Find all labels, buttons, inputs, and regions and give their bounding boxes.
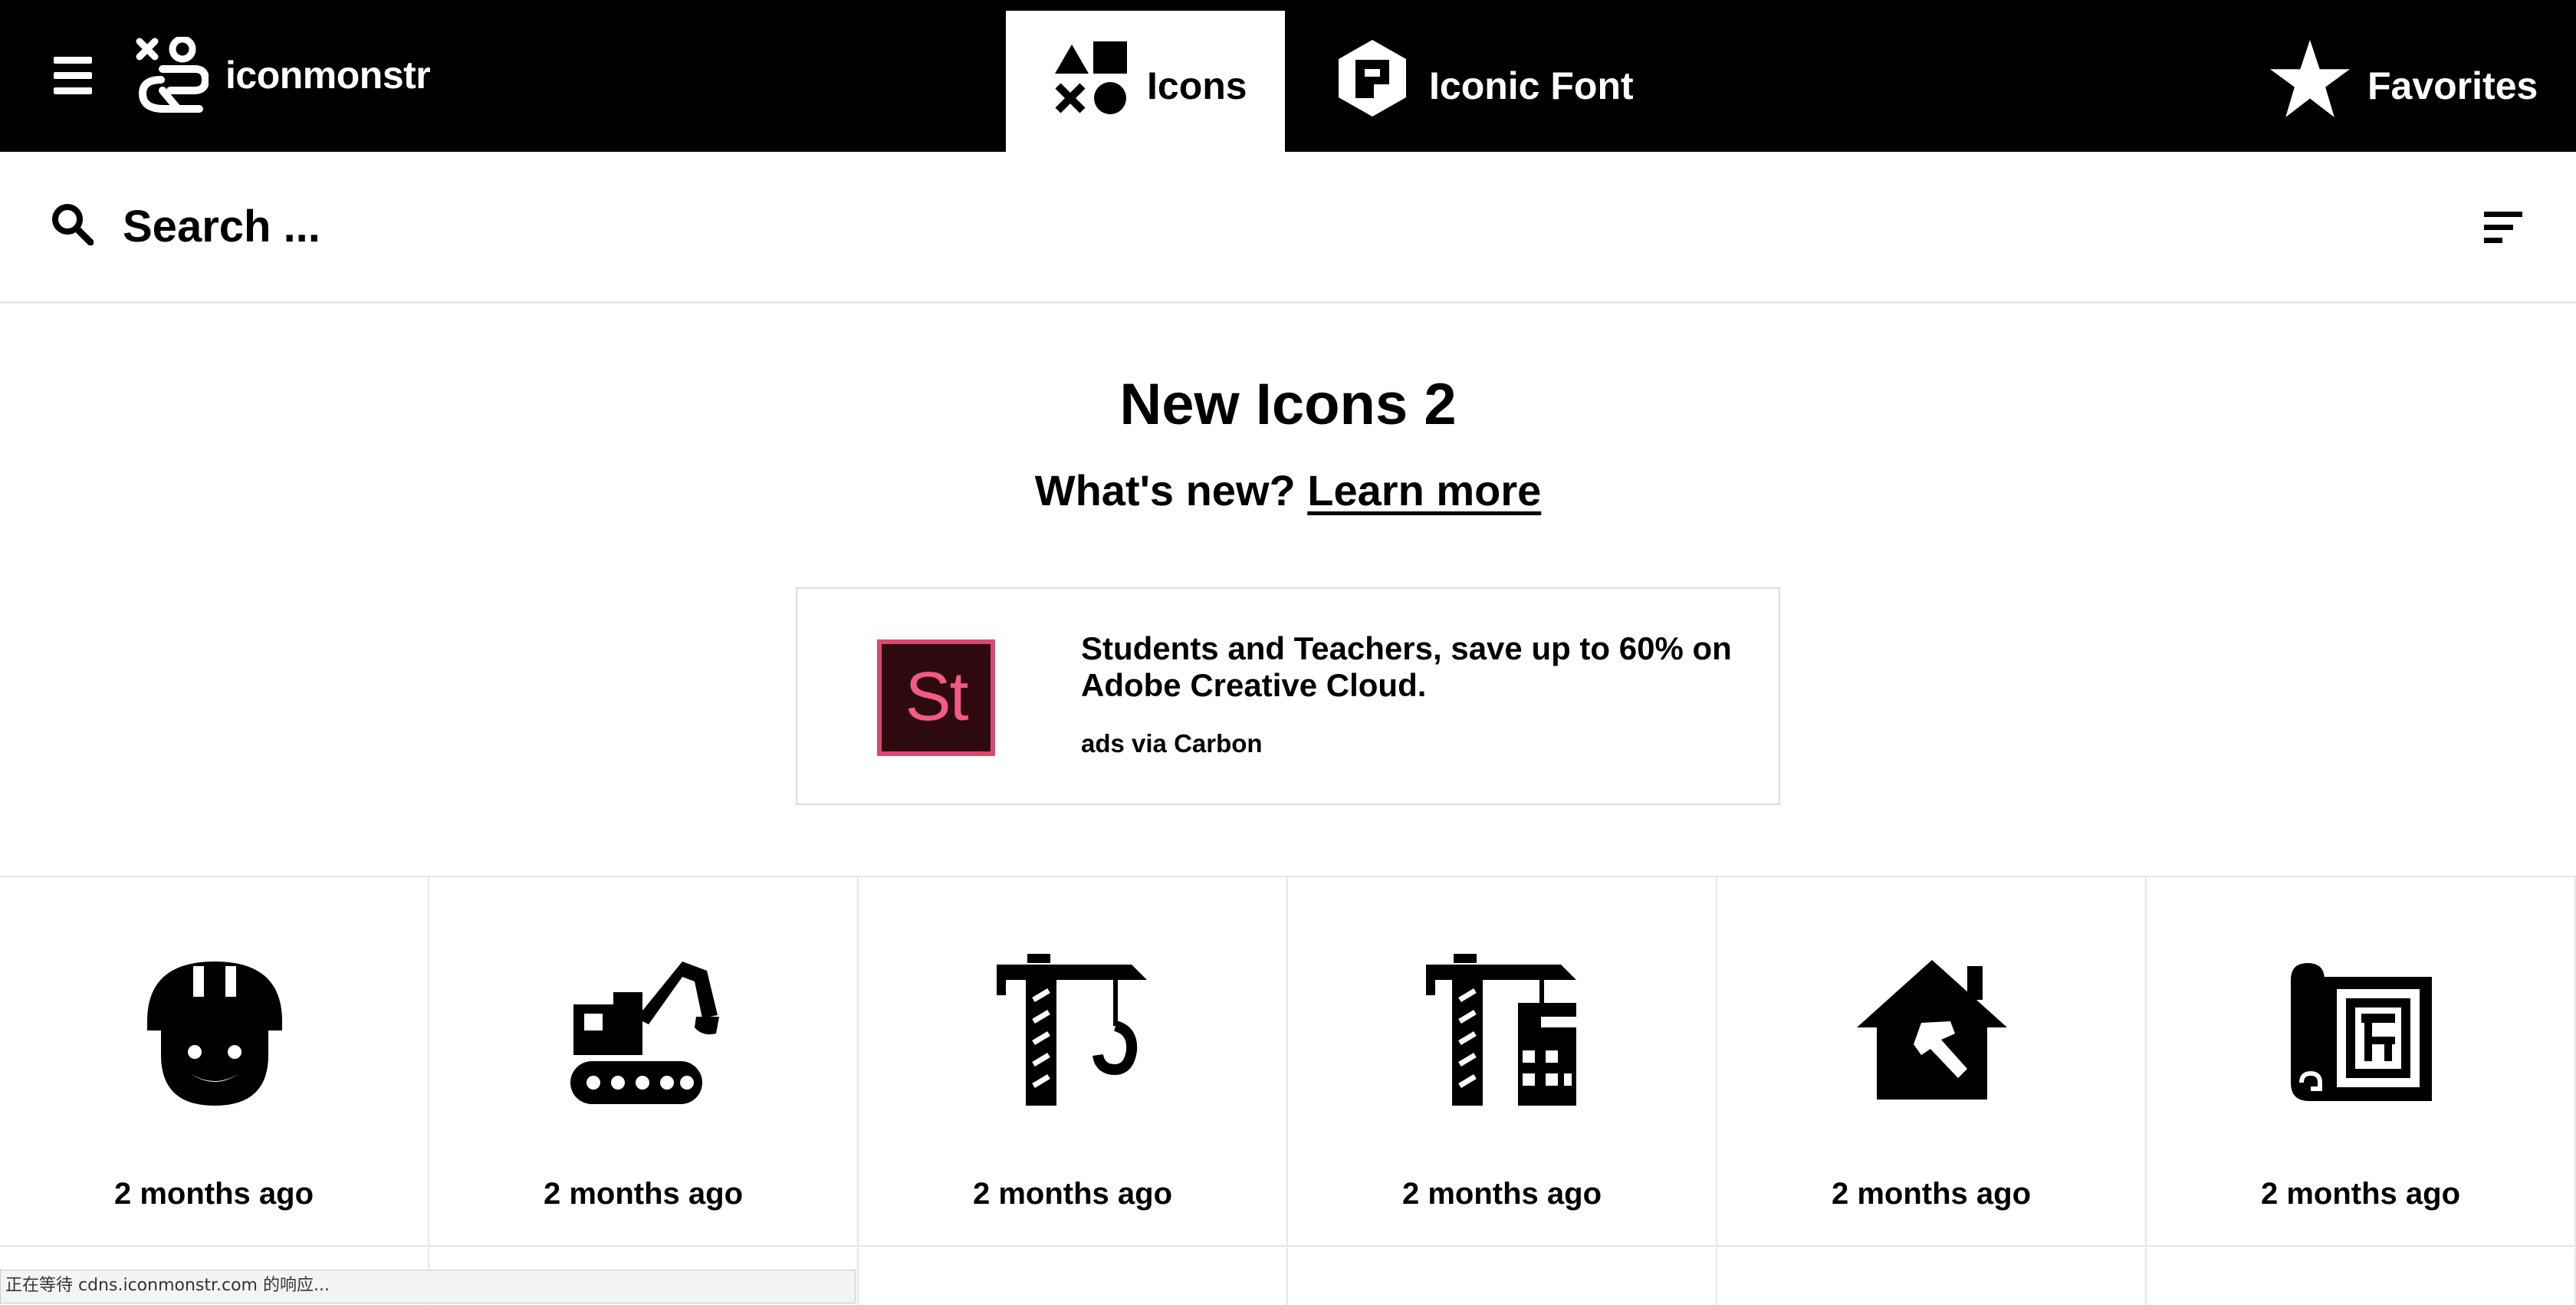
house-hammer-icon bbox=[1857, 960, 2007, 1100]
favorites-label: Favorites bbox=[2367, 64, 2538, 107]
icon-date: 2 months ago bbox=[2260, 1177, 2461, 1211]
star-icon bbox=[2270, 40, 2350, 117]
ad-text[interactable]: Students and Teachers, save up to 60% on… bbox=[1081, 630, 1748, 704]
icon-card[interactable] bbox=[859, 1248, 1288, 1305]
icon-card[interactable]: 2 months ago bbox=[1717, 877, 2147, 1247]
brand-name[interactable]: iconmonstr bbox=[225, 48, 431, 103]
icon-date: 2 months ago bbox=[113, 1177, 314, 1211]
tab-iconic-font[interactable]: Iconic Font bbox=[1311, 11, 1679, 152]
tower-crane-icon bbox=[997, 954, 1147, 1106]
tab-icons-label: Icons bbox=[1147, 64, 1247, 107]
icon-date: 2 months ago bbox=[1831, 1177, 2032, 1211]
page-title: New Icons 2 bbox=[1119, 372, 1457, 437]
excavator-icon bbox=[570, 961, 719, 1104]
search-input[interactable] bbox=[123, 192, 1196, 261]
icon-card[interactable]: 2 months ago bbox=[1288, 877, 1717, 1247]
icon-date: 2 months ago bbox=[543, 1177, 744, 1211]
icon-date: 2 months ago bbox=[972, 1177, 1173, 1211]
icon-card[interactable]: 2 months ago bbox=[0, 877, 429, 1247]
tab-icons[interactable]: Icons bbox=[1006, 11, 1285, 152]
learn-more-link[interactable]: Learn more bbox=[1307, 466, 1541, 514]
search-icon[interactable] bbox=[51, 202, 94, 245]
iconmonstr-logo-icon[interactable] bbox=[132, 37, 209, 113]
hero-subtitle-text: What's new? bbox=[1034, 466, 1296, 514]
ads-via-carbon-link[interactable]: ads via Carbon bbox=[1081, 728, 1263, 759]
favorites-link[interactable]: Favorites bbox=[2269, 11, 2545, 152]
construction-worker-icon bbox=[147, 961, 282, 1106]
icon-card[interactable]: 2 months ago bbox=[2147, 877, 2576, 1247]
icon-card[interactable] bbox=[2147, 1248, 2576, 1305]
search-bar bbox=[0, 152, 2576, 304]
tab-iconic-font-label: Iconic Font bbox=[1429, 64, 1634, 107]
carbon-ad[interactable]: St Students and Teachers, save up to 60%… bbox=[796, 587, 1780, 805]
icon-card[interactable]: 2 months ago bbox=[859, 877, 1288, 1247]
blueprint-icon bbox=[2291, 963, 2432, 1101]
shapes-icon bbox=[1055, 41, 1127, 114]
hero-subtitle: What's new? Learn more bbox=[0, 460, 2576, 521]
icon-grid: 2 months ago 2 months ago 2 months ago 2… bbox=[0, 876, 2576, 1305]
adobe-stock-logo[interactable]: St bbox=[877, 639, 995, 756]
icon-card[interactable] bbox=[1717, 1248, 2147, 1305]
menu-icon[interactable] bbox=[54, 57, 92, 95]
iconic-font-icon bbox=[1339, 40, 1406, 117]
top-navigation-bar: iconmonstr Icons Iconic Font Favorites bbox=[0, 0, 2576, 152]
crane-building-icon bbox=[1426, 954, 1576, 1106]
icon-card[interactable] bbox=[1288, 1248, 1717, 1305]
browser-status-bar: 正在等待 cdns.iconmonstr.com 的响应... bbox=[0, 1270, 856, 1303]
icon-date: 2 months ago bbox=[1401, 1177, 1602, 1211]
sort-filter-icon[interactable] bbox=[2484, 209, 2522, 247]
icon-card[interactable]: 2 months ago bbox=[429, 877, 859, 1247]
